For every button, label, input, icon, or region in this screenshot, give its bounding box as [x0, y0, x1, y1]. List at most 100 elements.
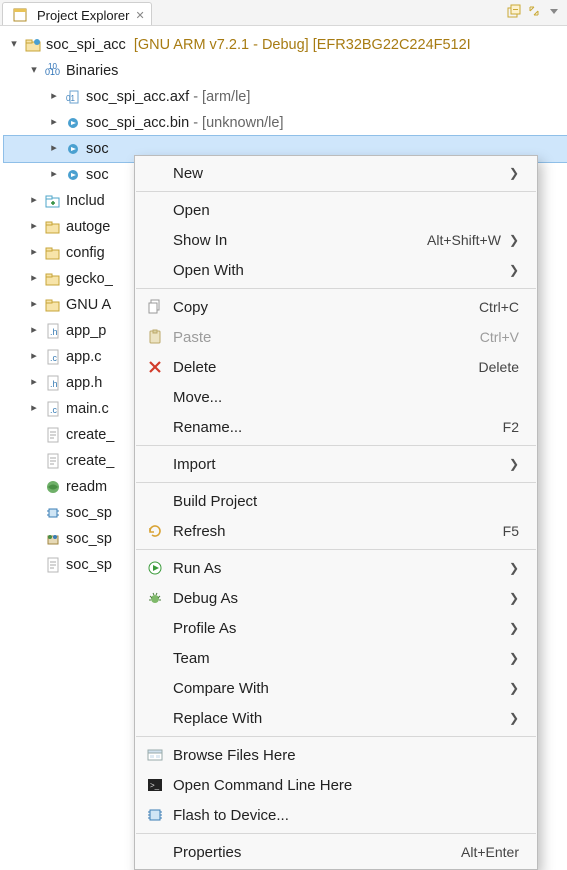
menu-icon-spacer [143, 678, 167, 698]
menu-shortcut: Alt+Enter [461, 844, 519, 860]
chevron-down-icon[interactable]: ▾ [26, 63, 42, 79]
menu-item[interactable]: Profile As❯ [135, 613, 537, 643]
menu-separator [136, 736, 536, 737]
chevron-right-icon[interactable]: ▸ [26, 193, 42, 209]
menu-icon-spacer [143, 417, 167, 437]
close-icon[interactable]: ✕ [135, 9, 144, 22]
menu-icon-spacer [143, 618, 167, 638]
menu-shortcut: Ctrl+C [479, 299, 519, 315]
svg-text:01: 01 [66, 94, 75, 103]
bin-icon [64, 166, 82, 184]
menu-item: PasteCtrl+V [135, 322, 537, 352]
menu-item-label: Import [173, 456, 501, 473]
menu-item[interactable]: RefreshF5 [135, 516, 537, 546]
menu-item[interactable]: Debug As❯ [135, 583, 537, 613]
menu-item[interactable]: Flash to Device... [135, 800, 537, 830]
menu-item-label: Show In [173, 232, 427, 249]
menu-item-label: Compare With [173, 680, 501, 697]
debug-icon [143, 588, 167, 608]
chevron-right-icon[interactable]: ▸ [26, 375, 42, 391]
menu-item-label: Profile As [173, 620, 501, 637]
run-icon [143, 558, 167, 578]
menu-icon-spacer [143, 387, 167, 407]
menu-shortcut: Delete [479, 359, 519, 375]
menu-separator [136, 833, 536, 834]
menu-item-label: New [173, 165, 501, 182]
menu-item[interactable]: New ❯ [135, 158, 537, 188]
chevron-right-icon[interactable]: ▸ [26, 349, 42, 365]
menu-item-label: Open [173, 202, 519, 219]
context-menu: New❯OpenShow InAlt+Shift+W❯Open With❯Cop… [134, 155, 538, 870]
tree-row-project[interactable]: ▾ soc_spi_acc [GNU ARM v7.2.1 - Debug] [… [4, 32, 567, 58]
copy-icon [143, 297, 167, 317]
chevron-right-icon[interactable]: ▸ [26, 271, 42, 287]
file-icon [44, 556, 62, 574]
menu-item[interactable]: >_Open Command Line Here [135, 770, 537, 800]
menu-shortcut: Alt+Shift+W [427, 232, 501, 248]
menu-item[interactable]: Rename...F2 [135, 412, 537, 442]
tree-item-label: app.c [66, 346, 101, 368]
chevron-right-icon[interactable]: ▸ [26, 245, 42, 261]
chevron-down-icon[interactable]: ▾ [6, 37, 22, 53]
menu-item[interactable]: CopyCtrl+C [135, 292, 537, 322]
chevron-right-icon[interactable]: ▸ [26, 297, 42, 313]
link-editor-icon[interactable] [527, 4, 541, 18]
chevron-right-icon[interactable]: ▸ [26, 323, 42, 339]
menu-item[interactable]: Team❯ [135, 643, 537, 673]
menu-icon-spacer [143, 491, 167, 511]
browse-icon [143, 745, 167, 765]
collapse-all-icon[interactable] [507, 4, 521, 18]
menu-item[interactable]: Compare With❯ [135, 673, 537, 703]
file-icon [44, 296, 62, 314]
menu-icon-spacer [143, 648, 167, 668]
menu-item[interactable]: Show InAlt+Shift+W❯ [135, 225, 537, 255]
menu-icon-spacer [143, 200, 167, 220]
menu-item-label: Rename... [173, 419, 503, 436]
menu-item-label: Refresh [173, 523, 503, 540]
bin-item-label: soc_spi_acc.bin - [unknown/le] [86, 112, 283, 134]
file-icon [44, 530, 62, 548]
svg-text:>_: >_ [150, 781, 160, 790]
tree-item-label: Includ [66, 190, 105, 212]
menu-item[interactable]: Build Project [135, 486, 537, 516]
file-icon [44, 504, 62, 522]
menu-item[interactable]: DeleteDelete [135, 352, 537, 382]
menu-item[interactable]: Open With❯ [135, 255, 537, 285]
menu-separator [136, 191, 536, 192]
tree-row-bin-item[interactable]: ▸ 01 soc_spi_acc.axf - [arm/le] [4, 84, 567, 110]
menu-item-label: Build Project [173, 493, 519, 510]
chevron-right-icon: ❯ [509, 591, 519, 605]
refresh-icon [143, 521, 167, 541]
menu-item[interactable]: Move... [135, 382, 537, 412]
file-icon [44, 426, 62, 444]
tree-item-label: app.h [66, 372, 102, 394]
tree-item-label: soc_sp [66, 502, 112, 524]
chevron-right-icon: ❯ [509, 263, 519, 277]
menu-item-label: Flash to Device... [173, 807, 519, 824]
menu-item[interactable]: PropertiesAlt+Enter [135, 837, 537, 867]
menu-item[interactable]: Open [135, 195, 537, 225]
bin-item-label: soc_spi_acc.axf - [arm/le] [86, 86, 250, 108]
chevron-right-icon: ❯ [509, 711, 519, 725]
chevron-right-icon[interactable]: ▸ [46, 167, 62, 183]
chevron-right-icon: ❯ [509, 651, 519, 665]
tree-item-label: config [66, 242, 105, 264]
view-tabbar: Project Explorer ✕ [0, 0, 567, 26]
menu-item[interactable]: Import❯ [135, 449, 537, 479]
menu-shortcut: F5 [503, 523, 519, 539]
chevron-right-icon[interactable]: ▸ [26, 401, 42, 417]
menu-item[interactable]: Run As❯ [135, 553, 537, 583]
project-explorer-tab[interactable]: Project Explorer ✕ [2, 2, 152, 25]
chevron-right-icon[interactable]: ▸ [46, 89, 62, 105]
chevron-right-icon[interactable]: ▸ [26, 219, 42, 235]
tree-row-binaries[interactable]: ▾ 01010 Binaries [4, 58, 567, 84]
tree-row-bin-item[interactable]: ▸ soc_spi_acc.bin - [unknown/le] [4, 110, 567, 136]
menu-item[interactable]: Replace With❯ [135, 703, 537, 733]
chevron-right-icon: ❯ [509, 166, 519, 180]
menu-icon-spacer [143, 454, 167, 474]
menu-item[interactable]: Browse Files Here [135, 740, 537, 770]
chevron-right-icon[interactable]: ▸ [46, 115, 62, 131]
chevron-right-icon[interactable]: ▸ [46, 141, 62, 157]
file-icon: .h [44, 374, 62, 392]
view-menu-icon[interactable] [547, 4, 561, 18]
